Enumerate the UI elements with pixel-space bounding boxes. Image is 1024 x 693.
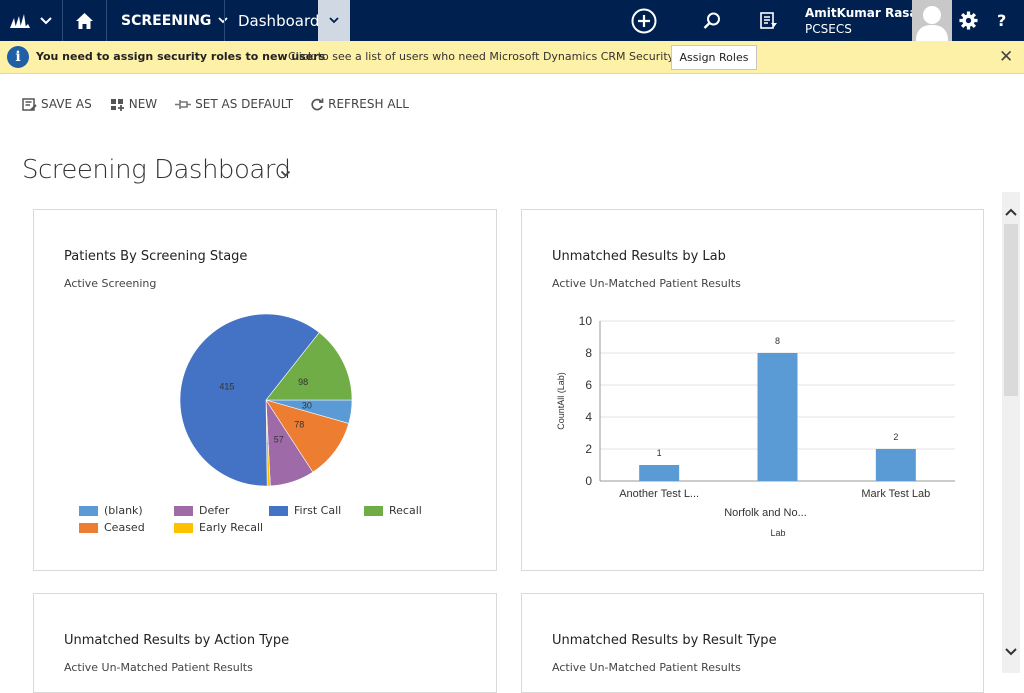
notification-detail-link[interactable]: Click to see a list of users who need Mi…: [288, 50, 711, 63]
legend-item[interactable]: First Call: [269, 504, 341, 517]
refresh-all-label: REFRESH ALL: [328, 97, 409, 111]
pie-data-label: 98: [298, 377, 308, 387]
y-tick-label: 8: [585, 346, 592, 360]
area-breadcrumb[interactable]: Dashboards: [238, 0, 327, 41]
legend-swatch: [364, 505, 383, 516]
legend-item[interactable]: Early Recall: [174, 521, 263, 534]
legend-label: Defer: [199, 504, 230, 517]
chart-subtitle[interactable]: Active Un-Matched Patient Results: [552, 661, 741, 674]
y-tick-label: 10: [579, 314, 593, 328]
chevron-down-icon: [280, 170, 291, 177]
bar-data-label: 8: [775, 336, 780, 346]
bar[interactable]: [639, 465, 680, 481]
dynamics-logo-icon[interactable]: [10, 0, 30, 41]
x-tick-label: Norfolk and No...: [724, 507, 807, 519]
bar-data-label: 2: [893, 432, 898, 442]
y-tick-label: 6: [585, 378, 592, 392]
pie-data-label: 415: [219, 382, 234, 392]
plus-circle-icon: [631, 8, 657, 33]
user-silhouette-icon: [916, 6, 948, 41]
close-icon[interactable]: ✕: [999, 47, 1013, 67]
info-icon: i: [7, 46, 29, 68]
new-icon: [110, 98, 124, 111]
create-button[interactable]: [631, 0, 657, 41]
legend-swatch: [79, 522, 98, 533]
x-axis-title: Lab: [770, 528, 785, 538]
y-axis-title: CountAll (Lab): [556, 372, 566, 430]
x-tick-label: Another Test L...: [619, 488, 699, 500]
dashboards-dropdown-button[interactable]: [318, 0, 350, 41]
dashboard-selector-chevron[interactable]: [280, 163, 291, 182]
x-tick-label: Mark Test Lab: [861, 488, 930, 500]
chart-subtitle[interactable]: Active Un-Matched Patient Results: [64, 661, 253, 674]
bar[interactable]: [757, 353, 798, 481]
chart-card-results-by-lab: Unmatched Results by Lab Active Un-Match…: [521, 209, 984, 571]
refresh-icon: [311, 98, 324, 110]
bar-data-label: 1: [657, 448, 662, 458]
pie-data-label: 78: [294, 420, 304, 430]
legend-swatch: [269, 505, 288, 516]
page-title[interactable]: Screening Dashboard: [22, 155, 291, 185]
advanced-find-button[interactable]: [760, 0, 778, 41]
assign-roles-button[interactable]: Assign Roles: [671, 45, 757, 70]
legend-item[interactable]: Ceased: [79, 521, 145, 534]
chart-title: Unmatched Results by Action Type: [64, 633, 290, 648]
set-as-default-label: SET AS DEFAULT: [195, 97, 294, 111]
area-label: Dashboards: [238, 11, 328, 30]
gear-icon: [959, 11, 978, 30]
y-tick-label: 2: [585, 442, 592, 456]
chevron-down-icon: [329, 17, 339, 24]
legend-label: First Call: [294, 504, 342, 517]
pie-data-label: 30: [302, 401, 312, 411]
new-label: NEW: [128, 97, 158, 111]
legend-swatch: [174, 522, 193, 533]
security-roles-notification: i You need to assign security roles to n…: [0, 41, 1024, 74]
user-name[interactable]: AmitKumar Rasal: [805, 6, 922, 20]
command-bar: SAVE AS NEW SET AS DEFAULT REFRESH ALL: [22, 94, 409, 114]
home-icon[interactable]: [76, 0, 93, 41]
chart-card-screening-stage: Patients By Screening Stage Active Scree…: [33, 209, 497, 571]
avatar[interactable]: [912, 0, 952, 41]
search-icon: [703, 12, 720, 29]
legend-label: (blank): [104, 504, 143, 517]
scroll-down-icon[interactable]: [1004, 642, 1018, 661]
legend-label: Ceased: [104, 521, 145, 534]
chevron-down-icon[interactable]: [40, 0, 52, 41]
y-tick-label: 0: [585, 474, 592, 488]
scrollbar-thumb[interactable]: [1004, 224, 1018, 396]
nav-bar: SCREENING Dashboards AmitKumar Rasal PCS…: [0, 0, 1024, 41]
save-as-button[interactable]: SAVE AS: [22, 94, 92, 114]
new-button[interactable]: NEW: [110, 94, 157, 114]
bar-chart[interactable]: 0 2 4 6 8 10 1 Another Test L... 8 Norfolk and No…: [522, 210, 984, 571]
scroll-up-icon[interactable]: [1004, 202, 1018, 221]
legend-item[interactable]: (blank): [79, 504, 143, 517]
module-menu[interactable]: SCREENING: [121, 0, 229, 41]
chart-card-action-type: Unmatched Results by Action Type Active …: [33, 593, 497, 693]
search-button[interactable]: [703, 0, 721, 41]
bar[interactable]: [875, 449, 916, 481]
legend-label: Early Recall: [199, 521, 264, 534]
settings-button[interactable]: [959, 0, 978, 41]
chart-card-result-type: Unmatched Results by Result Type Active …: [521, 593, 984, 693]
user-organization: PCSECS: [805, 22, 852, 36]
set-as-default-button[interactable]: SET AS DEFAULT: [175, 94, 293, 114]
advanced-find-icon: [760, 11, 777, 29]
legend-label: Recall: [389, 504, 422, 517]
vertical-scrollbar[interactable]: [1002, 192, 1020, 673]
refresh-all-button[interactable]: REFRESH ALL: [311, 94, 409, 114]
legend-swatch: [174, 505, 193, 516]
notification-title: You need to assign security roles to new…: [36, 50, 326, 63]
pin-icon: [175, 99, 192, 109]
pie-data-label: 57: [274, 434, 284, 444]
save-as-icon: [22, 97, 37, 111]
help-button[interactable]: ?: [997, 0, 1006, 41]
chart-title: Unmatched Results by Result Type: [552, 633, 777, 648]
legend-item[interactable]: Defer: [174, 504, 229, 517]
legend-swatch: [79, 505, 98, 516]
y-tick-label: 4: [585, 410, 592, 424]
module-label: SCREENING: [121, 12, 212, 29]
legend-item[interactable]: Recall: [364, 504, 422, 517]
save-as-label: SAVE AS: [41, 97, 92, 111]
